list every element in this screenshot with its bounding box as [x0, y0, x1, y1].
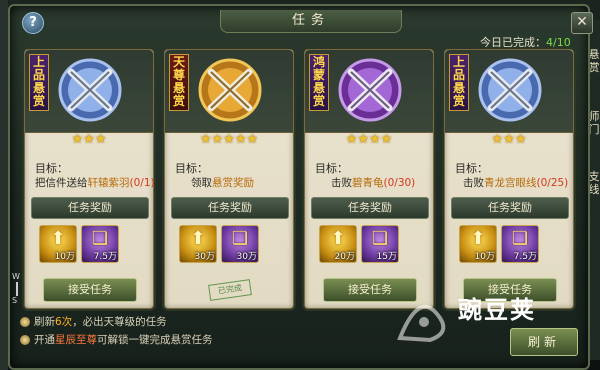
info-bullet-icon [20, 317, 30, 327]
up-arrow-icon: ⬆ [470, 228, 486, 249]
reward-header: 任务奖励 [311, 197, 429, 219]
reward-items: ⬆ 30万 ❏ 30万 [179, 225, 289, 267]
scroll-icon: ❏ [511, 228, 529, 249]
up-arrow-icon: ⬆ [190, 228, 206, 249]
reward-items: ⬆ 10万 ❏ 7.5万 [39, 225, 149, 267]
scroll-reward-item[interactable]: ❏ 30万 [221, 225, 259, 263]
crossed-swords-emblem-icon [338, 58, 402, 122]
exp-reward-item[interactable]: ⬆ 10万 [39, 225, 77, 263]
rank-label: 上品悬赏 [449, 54, 469, 111]
refresh-hint: 刷新6次，必出天尊级的任务 [34, 316, 167, 328]
star-rating: ★★★ [491, 132, 527, 147]
left-edge-decoration [0, 0, 8, 370]
scroll-icon: ❏ [371, 228, 389, 249]
bounty-card-4: 上品悬赏 ★★★ 目标： 击败青龙宫眼线(0/25) 任务奖励 ⬆ 10万 ❏ 7.… [444, 49, 574, 309]
crossed-swords-emblem-icon [58, 58, 122, 122]
crossed-swords-emblem-icon [198, 58, 262, 122]
scroll-icon: ❏ [231, 228, 249, 249]
close-button[interactable]: ✕ [571, 12, 593, 34]
reward-header: 任务奖励 [451, 197, 569, 219]
up-arrow-icon: ⬆ [50, 228, 66, 249]
accept-task-button[interactable]: 接受任务 [43, 278, 137, 302]
reward-items: ⬆ 10万 ❏ 7.5万 [459, 225, 569, 267]
watermark-text: 豌豆荚 [458, 296, 536, 324]
exp-reward-item[interactable]: ⬆ 20万 [319, 225, 357, 263]
goal-text: 领取悬赏奖励 [191, 177, 254, 189]
info-bullet-icon [20, 335, 30, 345]
vip-hint: 开通星辰至尊可解锁一键完成悬赏任务 [34, 334, 213, 346]
reward-header: 任务奖励 [31, 197, 149, 219]
goal-text: 击败碧青龟(0/30) [331, 177, 416, 189]
star-rating: ★★★★★ [199, 132, 259, 147]
goal-label: 目标： [175, 162, 208, 175]
scroll-reward-item[interactable]: ❏ 15万 [361, 225, 399, 263]
goal-label: 目标： [455, 162, 488, 175]
rank-label: 鸿蒙悬赏 [309, 54, 329, 111]
scroll-reward-item[interactable]: ❏ 7.5万 [81, 225, 119, 263]
minimap-compass: W S D [12, 272, 35, 305]
crossed-swords-emblem-icon [478, 58, 542, 122]
reward-header: 任务奖励 [171, 197, 289, 219]
scroll-icon: ❏ [91, 228, 109, 249]
daily-progress: 今日已完成：4/10 [480, 36, 571, 49]
rank-label: 上品悬赏 [29, 54, 49, 111]
window-title: 任务 [220, 10, 402, 33]
bounty-card-1: 上品悬赏 ★★★ 目标： 把信件送给轩辕紫羽(0/1) 任务奖励 ⬆ 10万 ❏ 7… [24, 49, 155, 309]
goal-label: 目标： [35, 162, 68, 175]
bounty-card-2: 天尊悬赏 ★★★★★ 目标： 领取悬赏奖励 任务奖励 ⬆ 30万 ❏ 30万 已完成 [164, 49, 294, 309]
help-button[interactable]: ? [22, 12, 44, 34]
up-arrow-icon: ⬆ [330, 228, 346, 249]
completed-stamp: 已完成 [208, 279, 252, 301]
goal-label: 目标： [315, 162, 348, 175]
star-rating: ★★★ [71, 132, 107, 147]
star-rating: ★★★★ [345, 132, 393, 147]
exp-reward-item[interactable]: ⬆ 10万 [459, 225, 497, 263]
scroll-reward-item[interactable]: ❏ 7.5万 [501, 225, 539, 263]
rank-label: 天尊悬赏 [169, 54, 189, 111]
goal-text: 击败青龙宫眼线(0/25) [463, 177, 569, 189]
goal-text: 把信件送给轩辕紫羽(0/1) [35, 177, 155, 189]
bounty-card-3: 鸿蒙悬赏 ★★★★ 目标： 击败碧青龟(0/30) 任务奖励 ⬆ 20万 ❏ 15万… [304, 49, 434, 309]
exp-reward-item[interactable]: ⬆ 30万 [179, 225, 217, 263]
reward-items: ⬆ 20万 ❏ 15万 [319, 225, 429, 267]
